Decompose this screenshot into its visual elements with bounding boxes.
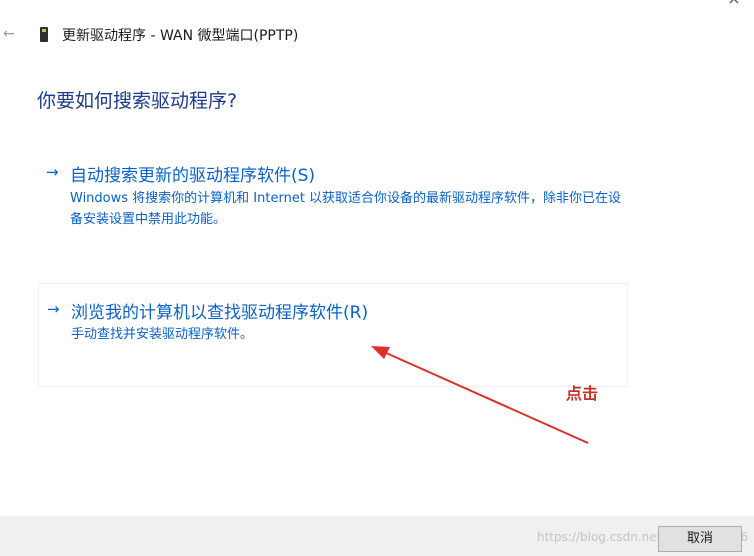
annotation-label: 点击 bbox=[566, 384, 599, 403]
update-driver-dialog: × ← 更新驱动程序 - WAN 微型端口(PPTP) 你要如何搜索驱动程序? … bbox=[0, 0, 754, 556]
cancel-button[interactable]: 取消 bbox=[658, 526, 742, 552]
annotation-arrow bbox=[371, 346, 589, 444]
